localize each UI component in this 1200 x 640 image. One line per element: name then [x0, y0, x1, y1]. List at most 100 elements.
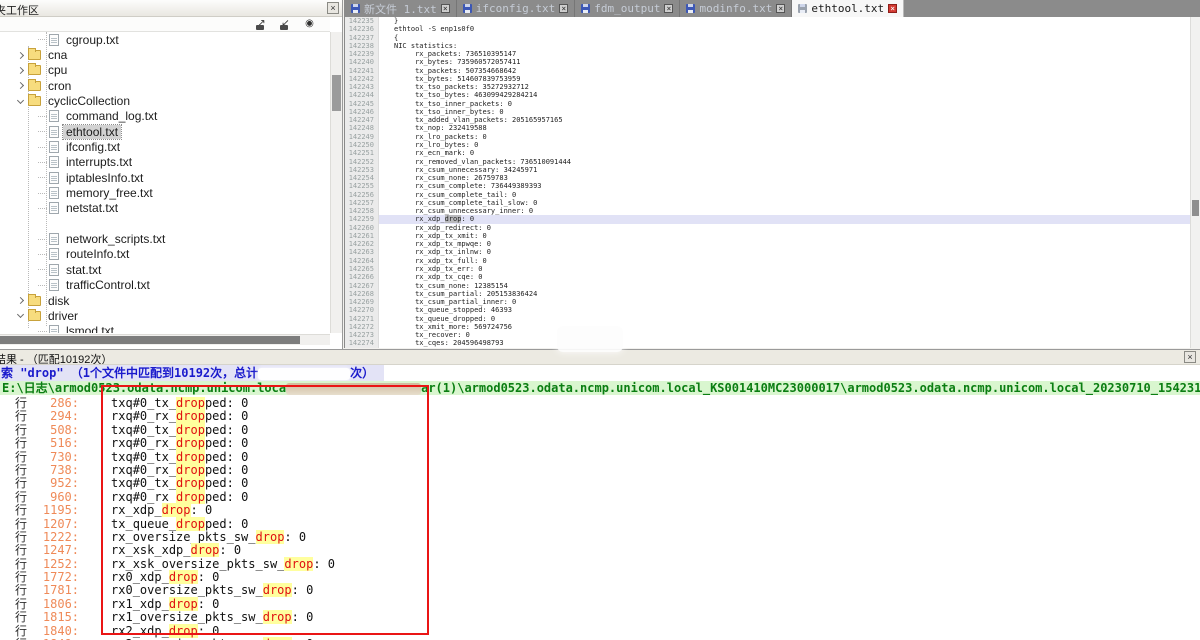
tab-close-icon[interactable]: ×	[888, 4, 897, 13]
tree-item-ethtool-txt[interactable]: ethtool.txt	[0, 124, 330, 139]
tab-ethtool-txt[interactable]: ethtool.txt×	[792, 0, 904, 17]
chevron-right-icon[interactable]	[17, 67, 24, 74]
match-highlight: drop	[169, 570, 198, 584]
search-match-row[interactable]: 行1195:rx_xdp_drop: 0	[0, 504, 1200, 517]
tab-ifconfig-txt[interactable]: ifconfig.txt×	[457, 0, 575, 17]
censor-blob	[258, 368, 350, 380]
line-number: 142253	[345, 166, 379, 174]
tree-connector	[38, 162, 47, 163]
line-text: NIC statistics:	[379, 42, 1190, 50]
chevron-right-icon[interactable]	[17, 51, 24, 58]
search-match-row[interactable]: 行294:rxq#0_rx_dropped: 0	[0, 410, 1200, 423]
tree-item-cgroup-txt[interactable]: cgroup.txt	[0, 32, 330, 47]
code-line: 142239 rx_packets: 736510395147	[345, 50, 1190, 58]
line-text: tx_csum_partial: 205153836424	[379, 290, 1190, 298]
editor-code-area[interactable]: 142235}142236ethtool -S enp1s0f0142237{1…	[345, 17, 1190, 348]
line-number: 142262	[345, 240, 379, 248]
tree-item-label: network_scripts.txt	[63, 232, 168, 246]
tree-item-network-scripts-txt[interactable]: network_scripts.txt	[0, 231, 330, 246]
code-line: 142240 rx_bytes: 735960572057411	[345, 58, 1190, 66]
code-line: 142235}	[345, 17, 1190, 25]
tree-item-label: stat.txt	[63, 263, 104, 277]
tree-item-cna[interactable]: cna	[0, 47, 330, 62]
tree-item-driver[interactable]: driver	[0, 308, 330, 323]
tab-close-icon[interactable]: ×	[559, 4, 568, 13]
search-match-row[interactable]: 行1252:rx_xsk_oversize_pkts_sw_drop: 0	[0, 558, 1200, 571]
search-match-row[interactable]: 行1806:rx1_xdp_drop: 0	[0, 598, 1200, 611]
tree-item-label: iptablesInfo.txt	[63, 171, 146, 185]
tab-fdm-output[interactable]: fdm_output×	[575, 0, 680, 17]
tree-item-cron[interactable]: cron	[0, 78, 330, 93]
results-titlebar: 结果 - （匹配10192次） ×	[0, 350, 1200, 365]
search-match-row[interactable]: 行952:txq#0_tx_dropped: 0	[0, 477, 1200, 490]
workspace-horizontal-scrollbar[interactable]	[0, 334, 330, 345]
tree-item-trafficcontrol-txt[interactable]: trafficControl.txt	[0, 278, 330, 293]
match-text: rxq#0_rx_dropped: 0	[111, 437, 248, 450]
tree-item-cycliccollection[interactable]: cyclicCollection	[0, 93, 330, 108]
search-match-row[interactable]: 行1781:rx0_oversize_pkts_sw_drop: 0	[0, 584, 1200, 597]
locate-current-file-icon[interactable]: ◉	[303, 18, 316, 30]
match-line-number: 1222:	[27, 531, 79, 544]
match-highlight: drop	[176, 409, 205, 423]
tree-item-cpu[interactable]: cpu	[0, 63, 330, 78]
row-label: 行	[15, 625, 27, 638]
search-match-row[interactable]: 行1772:rx0_xdp_drop: 0	[0, 571, 1200, 584]
search-match-row[interactable]: 行286:txq#0_tx_dropped: 0	[0, 397, 1200, 410]
search-match-row[interactable]: 行1207:tx_queue_dropped: 0	[0, 518, 1200, 531]
line-text: rx_xdp_tx_full: 0	[379, 257, 1190, 265]
editor-vertical-scrollbar[interactable]	[1190, 17, 1200, 348]
workspace-close-button[interactable]: ×	[327, 2, 339, 14]
tree-item-interrupts-txt[interactable]: interrupts.txt	[0, 155, 330, 170]
row-label: 行	[15, 477, 27, 490]
results-close-button[interactable]: ×	[1184, 351, 1196, 363]
search-match-row[interactable]: 行516:rxq#0_rx_dropped: 0	[0, 437, 1200, 450]
scrollbar-thumb[interactable]	[332, 75, 341, 111]
tab-close-icon[interactable]: ×	[664, 4, 673, 13]
tree-connector	[38, 177, 47, 178]
scrollbar-thumb[interactable]	[1192, 200, 1199, 216]
code-line: 142266 rx_xdp_tx_cqe: 0	[345, 273, 1190, 281]
tree-item-disk[interactable]: disk	[0, 293, 330, 308]
search-match-row[interactable]: 行730:txq#0_tx_dropped: 0	[0, 451, 1200, 464]
results-title: 结果 - （匹配10192次）	[0, 351, 112, 365]
search-match-row[interactable]: 行960:rxq#0_rx_dropped: 0	[0, 491, 1200, 504]
line-text: tx_tso_inner_bytes: 0	[379, 108, 1190, 116]
match-line-number: 286:	[27, 397, 79, 410]
code-line: 142247 tx_added_vlan_packets: 2051659571…	[345, 116, 1190, 124]
line-number: 142235	[345, 17, 379, 25]
search-match-row[interactable]: 行1247:rx_xsk_xdp_drop: 0	[0, 544, 1200, 557]
search-match-row[interactable]: 行1222:rx_oversize_pkts_sw_drop: 0	[0, 531, 1200, 544]
search-match-row[interactable]: 行738:rxq#0_rx_dropped: 0	[0, 464, 1200, 477]
file-icon	[49, 172, 59, 184]
tree-item-ifconfig-txt[interactable]: ifconfig.txt	[0, 139, 330, 154]
line-text: }	[379, 17, 1190, 25]
tree-item-command-log-txt[interactable]: command_log.txt	[0, 109, 330, 124]
tree-item-netstat-txt[interactable]: netstat.txt	[0, 201, 330, 216]
folder-icon	[28, 50, 41, 60]
tab-close-icon[interactable]: ×	[441, 4, 450, 13]
row-label: 行	[15, 464, 27, 477]
code-line: 142273 tx_recover: 0	[345, 331, 1190, 339]
search-match-row[interactable]: 行1815:rx1_oversize_pkts_sw_drop: 0	[0, 611, 1200, 624]
chevron-down-icon[interactable]	[17, 97, 24, 104]
tree-item-iptablesinfo-txt[interactable]: iptablesInfo.txt	[0, 170, 330, 185]
collapse-folders-icon[interactable]: ↙	[279, 18, 292, 30]
tree-item-stat-txt[interactable]: stat.txt	[0, 262, 330, 277]
tree-item-routeinfo-txt[interactable]: routeInfo.txt	[0, 247, 330, 262]
tree-item-lsmod-txt[interactable]: lsmod.txt	[0, 324, 330, 333]
tree-item-memory-free-txt[interactable]: memory_free.txt	[0, 185, 330, 200]
tab-modinfo-txt[interactable]: modinfo.txt×	[680, 0, 792, 17]
tab-close-icon[interactable]: ×	[776, 4, 785, 13]
folder-icon	[28, 296, 41, 306]
chevron-down-icon[interactable]	[17, 311, 24, 318]
search-match-row[interactable]: 行508:txq#0_tx_dropped: 0	[0, 424, 1200, 437]
workspace-vertical-scrollbar[interactable]	[330, 32, 342, 333]
search-file-path[interactable]: E:\日志\armod0523.odata.ncmp.unicom.locaar…	[0, 381, 1200, 395]
reveal-in-folder-icon[interactable]: ↗	[255, 18, 268, 30]
scrollbar-thumb[interactable]	[0, 336, 300, 344]
search-match-row[interactable]: 行1840:rx2_xdp_drop: 0	[0, 625, 1200, 638]
tab-1-txt[interactable]: 新文件 1.txt×	[345, 0, 457, 17]
file-icon	[49, 233, 59, 245]
chevron-right-icon[interactable]	[17, 297, 24, 304]
chevron-right-icon[interactable]	[17, 82, 24, 89]
